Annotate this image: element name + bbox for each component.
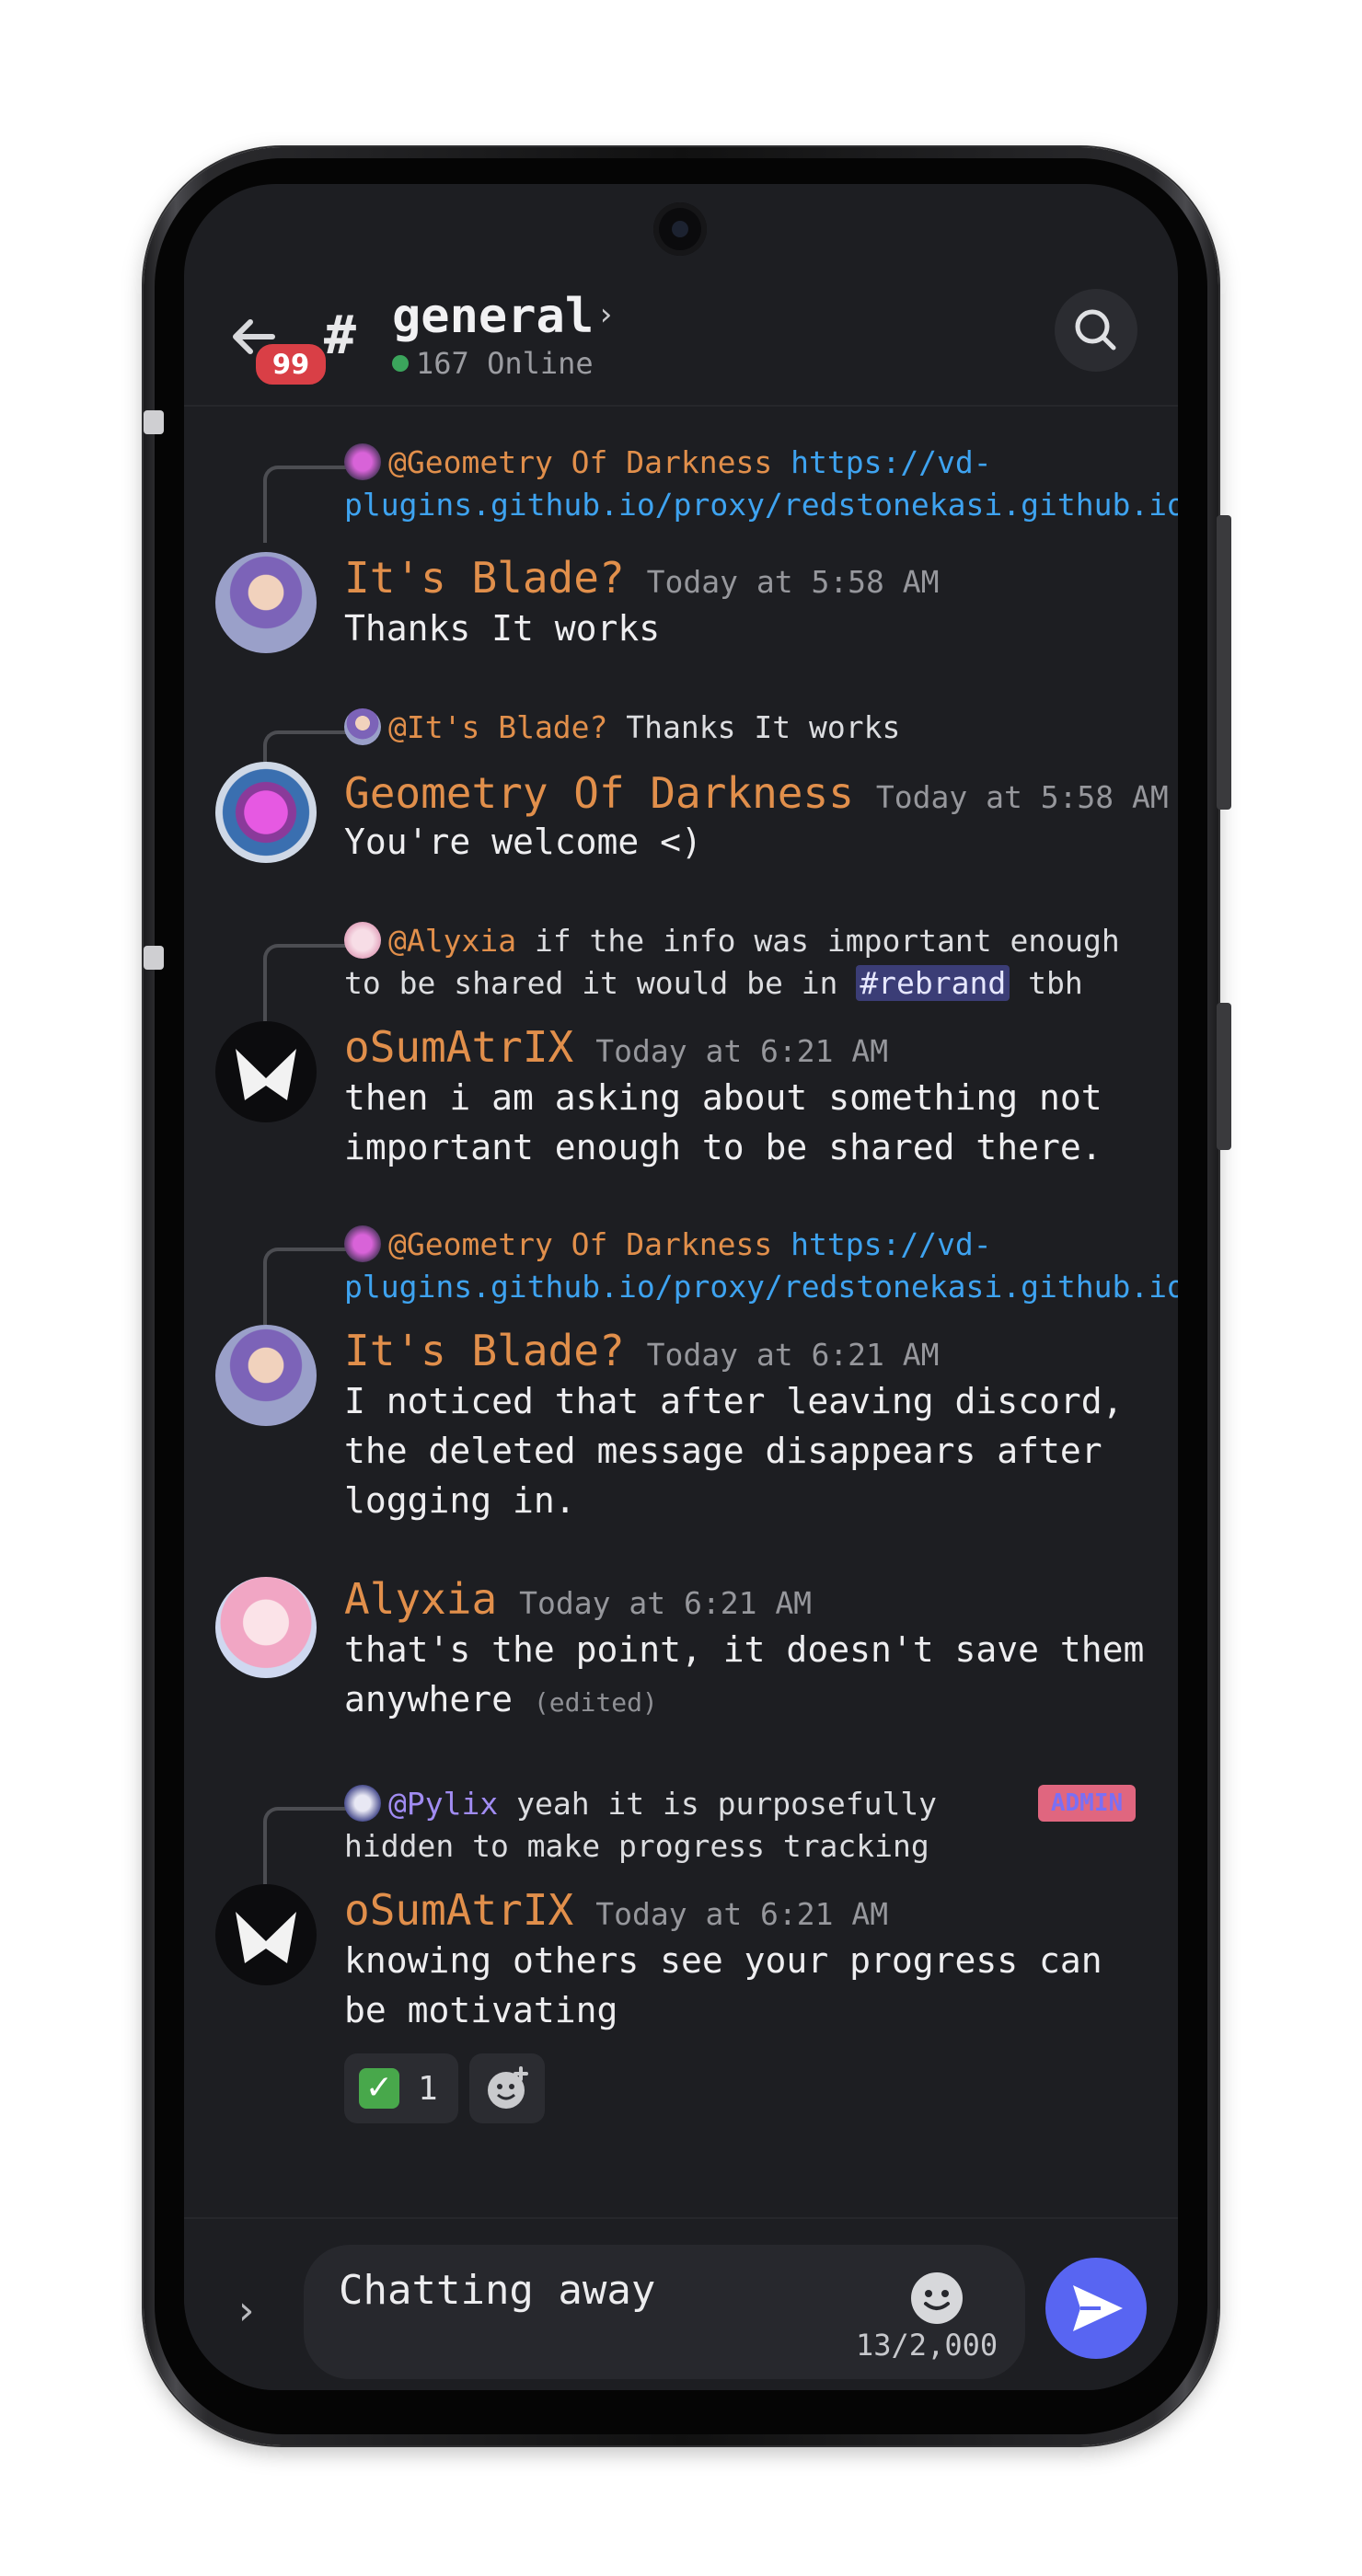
- avatar[interactable]: [215, 1577, 317, 1678]
- avatar[interactable]: [215, 762, 317, 863]
- channel-header: 99 # general › 167 Online: [184, 276, 1178, 407]
- add-reaction-icon: [488, 2066, 528, 2109]
- reply-preview[interactable]: @Geometry Of Darkness https://vd-plugins…: [344, 442, 1178, 526]
- reply-avatar: [344, 922, 381, 959]
- send-button[interactable]: [1045, 2258, 1147, 2359]
- message-header: oSumAtrIX Today at 6:21 AM: [344, 1021, 888, 1073]
- add-reaction-button[interactable]: [469, 2053, 545, 2123]
- reply-connector: [263, 944, 350, 1021]
- avatar[interactable]: [215, 1884, 317, 1985]
- reply-preview[interactable]: @Geometry Of Darkness https://vd-plugins…: [344, 1224, 1178, 1308]
- chevron-right-icon[interactable]: ›: [596, 296, 615, 333]
- username[interactable]: It's Blade?: [344, 1325, 625, 1376]
- character-counter: 13/2,000: [856, 2328, 998, 2363]
- reply-connector: [263, 1807, 350, 1884]
- message-text: You're welcome <): [344, 822, 702, 862]
- reply-avatar: [344, 1785, 381, 1822]
- search-button[interactable]: [1055, 289, 1137, 372]
- timestamp: Today at 6:21 AM: [646, 1337, 940, 1373]
- reply-text: Thanks It works: [626, 709, 901, 745]
- timestamp: Today at 6:21 AM: [595, 1033, 889, 1069]
- username[interactable]: oSumAtrIX: [344, 1884, 573, 1936]
- username[interactable]: It's Blade?: [344, 552, 625, 604]
- power-button: [1217, 1003, 1231, 1150]
- reply-preview[interactable]: @Pylix yeah it is purposefully hidden to…: [344, 1783, 1025, 1868]
- message-text: Thanks It works: [344, 608, 661, 649]
- avatar[interactable]: [215, 1325, 317, 1426]
- timestamp: Today at 5:58 AM: [875, 779, 1169, 815]
- reply-avatar: [344, 1225, 381, 1262]
- timestamp: Today at 5:58 AM: [646, 564, 940, 600]
- check-mark-icon: ✓: [359, 2068, 399, 2109]
- message-header: It's Blade? Today at 5:58 AM: [344, 552, 940, 604]
- username[interactable]: Geometry Of Darkness: [344, 767, 854, 819]
- channel-mention[interactable]: #rebrand: [856, 965, 1010, 1001]
- admin-role-tag: ADMIN: [1038, 1785, 1136, 1822]
- message-header: It's Blade? Today at 6:21 AM: [344, 1325, 940, 1376]
- send-icon: [1073, 2285, 1123, 2331]
- message-text: that's the point, it doesn't save them a…: [344, 1625, 1154, 1728]
- username[interactable]: oSumAtrIX: [344, 1021, 573, 1073]
- reply-avatar: [344, 443, 381, 480]
- online-dot-icon: [392, 355, 409, 372]
- reply-connector: [263, 466, 350, 543]
- reply-preview[interactable]: @It's Blade? Thanks It works: [344, 707, 1136, 749]
- online-count: 167 Online: [416, 346, 594, 381]
- unread-badge: 99: [252, 340, 329, 388]
- reaction-chip[interactable]: ✓ 1: [344, 2053, 458, 2123]
- avatar[interactable]: [215, 1021, 317, 1122]
- timestamp: Today at 6:21 AM: [519, 1585, 813, 1621]
- avatar-logo: [236, 1049, 296, 1100]
- message-header: Geometry Of Darkness Today at 5:58 AM: [344, 767, 1169, 819]
- avatar-logo: [236, 1912, 296, 1963]
- message-body: that's the point, it doesn't save them a…: [344, 1629, 1145, 1719]
- message-text: then i am asking about something not imp…: [344, 1077, 1102, 1167]
- avatar[interactable]: [215, 552, 317, 653]
- antenna-band: [144, 946, 164, 970]
- app-screen: 99 # general › 167 Online @Geometry Of D…: [184, 184, 1178, 2390]
- reply-preview[interactable]: @Alyxia if the info was important enough…: [344, 920, 1136, 1005]
- message-draft[interactable]: Chatting away: [339, 2267, 655, 2314]
- reply-mention[interactable]: @Alyxia: [388, 923, 516, 959]
- channel-name[interactable]: general: [392, 289, 594, 344]
- reply-avatar: [344, 708, 381, 745]
- edited-label: (edited): [533, 1687, 658, 1718]
- reply-text: tbh: [1028, 965, 1083, 1001]
- message-text: I noticed that after leaving discord, th…: [344, 1381, 1124, 1521]
- message-header: Alyxia Today at 6:21 AM: [344, 1573, 812, 1625]
- message-text: knowing others see your progress can be …: [344, 1940, 1102, 2030]
- username[interactable]: Alyxia: [344, 1573, 497, 1625]
- volume-button: [1217, 515, 1231, 810]
- reaction-count: 1: [418, 2069, 438, 2108]
- channel-hash-icon: #: [324, 304, 356, 366]
- message-composer: › Chatting away 13/2,000: [184, 2217, 1178, 2390]
- message-header: oSumAtrIX Today at 6:21 AM: [344, 1884, 888, 1936]
- reply-mention[interactable]: @Pylix: [388, 1786, 498, 1822]
- message-input[interactable]: Chatting away 13/2,000: [304, 2245, 1025, 2379]
- timestamp: Today at 6:21 AM: [595, 1896, 889, 1932]
- antenna-band: [144, 410, 164, 434]
- emoji-icon[interactable]: [907, 2269, 966, 2328]
- reply-mention[interactable]: @It's Blade?: [388, 709, 607, 745]
- reply-mention[interactable]: @Geometry Of Darkness: [388, 444, 772, 480]
- expand-actions-icon[interactable]: ›: [234, 2287, 259, 2334]
- search-icon: [1075, 309, 1116, 351]
- front-camera: [653, 202, 707, 256]
- reply-connector: [263, 1248, 350, 1325]
- reply-mention[interactable]: @Geometry Of Darkness: [388, 1226, 772, 1262]
- online-status: 167 Online: [392, 346, 594, 381]
